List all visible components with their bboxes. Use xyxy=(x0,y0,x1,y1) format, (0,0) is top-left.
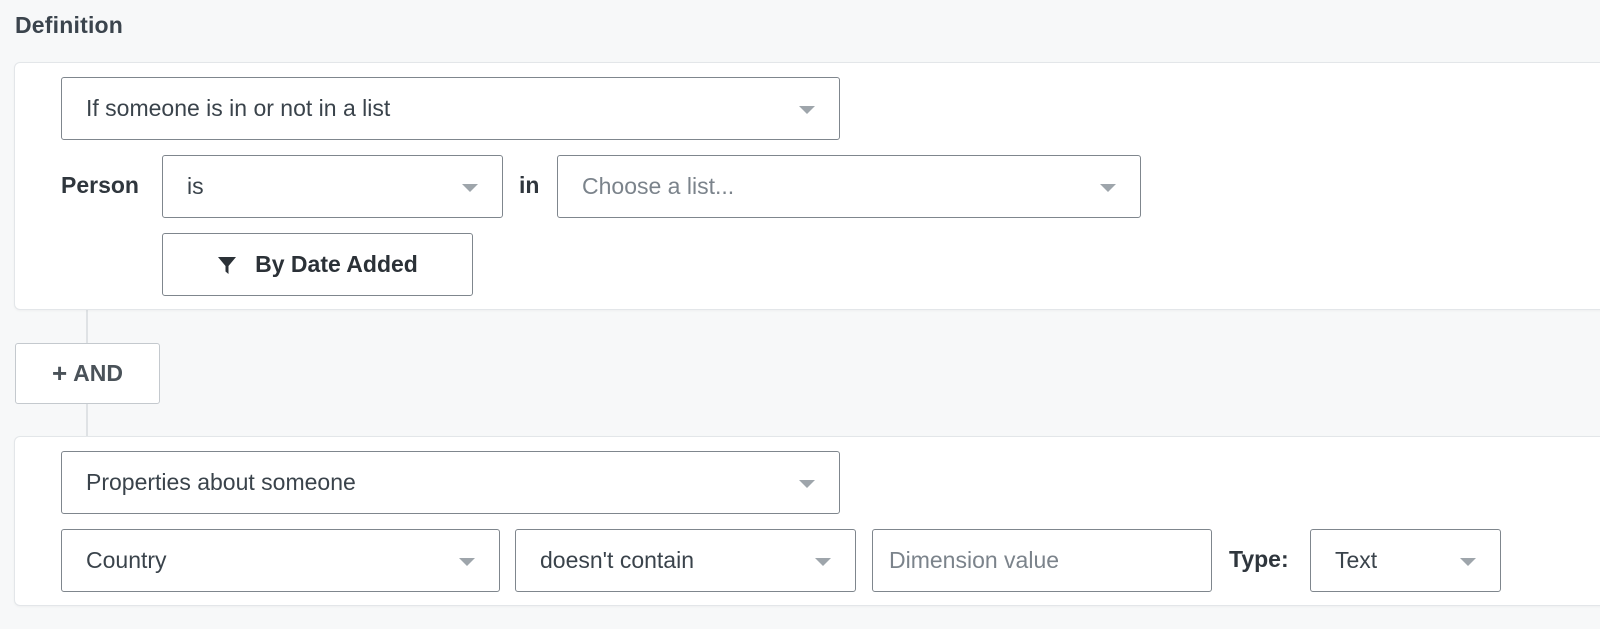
condition-type-value-2: Properties about someone xyxy=(86,469,356,495)
property-operator-select[interactable]: doesn't contain xyxy=(515,529,856,592)
plus-icon: + xyxy=(51,358,68,388)
chevron-down-icon xyxy=(799,479,815,488)
in-label: in xyxy=(519,172,540,198)
chevron-down-icon xyxy=(799,105,815,114)
by-date-added-label: By Date Added xyxy=(255,251,418,277)
chevron-down-icon xyxy=(459,557,475,566)
value-type-select[interactable]: Text xyxy=(1310,529,1501,592)
add-and-label: AND xyxy=(73,360,124,386)
condition-type-value: If someone is in or not in a list xyxy=(86,95,391,121)
property-operator-value: doesn't contain xyxy=(540,547,695,573)
person-operator-select[interactable]: is xyxy=(162,155,503,218)
section-title: Definition xyxy=(15,12,124,38)
chevron-down-icon xyxy=(1460,557,1476,566)
by-date-added-button[interactable]: By Date Added xyxy=(162,233,473,296)
property-select[interactable]: Country xyxy=(61,529,500,592)
list-select-placeholder: Choose a list... xyxy=(582,173,735,199)
property-select-value: Country xyxy=(86,547,167,573)
chevron-down-icon xyxy=(462,183,478,192)
add-and-condition-button[interactable]: + AND xyxy=(15,343,160,404)
condition-type-select-2[interactable]: Properties about someone xyxy=(61,451,840,514)
person-operator-value: is xyxy=(187,173,204,199)
dimension-value-input[interactable] xyxy=(872,529,1212,592)
chevron-down-icon xyxy=(1100,183,1116,192)
connector-line-top xyxy=(86,310,88,343)
condition-type-select[interactable]: If someone is in or not in a list xyxy=(61,77,840,140)
type-label: Type: xyxy=(1229,546,1289,572)
chevron-down-icon xyxy=(815,557,831,566)
filter-icon xyxy=(217,255,237,275)
person-label: Person xyxy=(61,172,139,198)
list-select[interactable]: Choose a list... xyxy=(557,155,1141,218)
connector-line-bottom xyxy=(86,404,88,436)
